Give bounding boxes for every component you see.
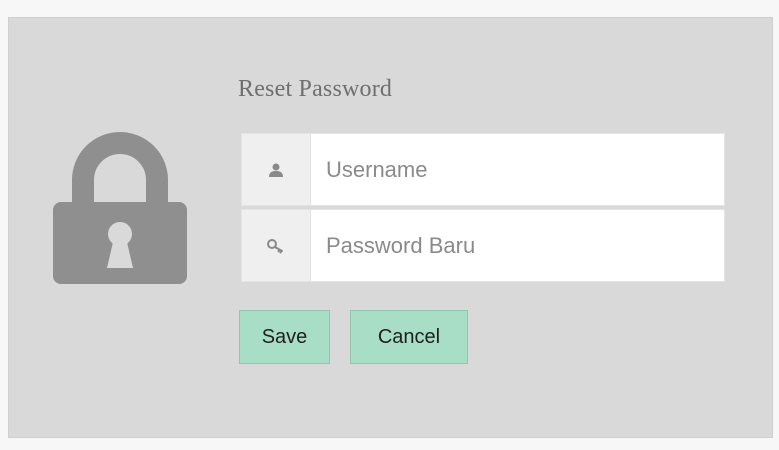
password-addon [242,210,311,281]
user-icon [269,163,283,177]
padlock-icon [53,132,187,284]
save-button[interactable]: Save [239,310,330,364]
new-password-field-group [241,209,725,282]
cancel-button[interactable]: Cancel [350,310,468,364]
username-field-group [241,133,725,206]
reset-password-panel: Reset Password Save Cancel [8,17,773,438]
key-icon [267,238,283,253]
username-addon [242,134,311,205]
new-password-input[interactable] [311,210,724,281]
form-title: Reset Password [238,76,393,102]
username-input[interactable] [311,134,724,205]
